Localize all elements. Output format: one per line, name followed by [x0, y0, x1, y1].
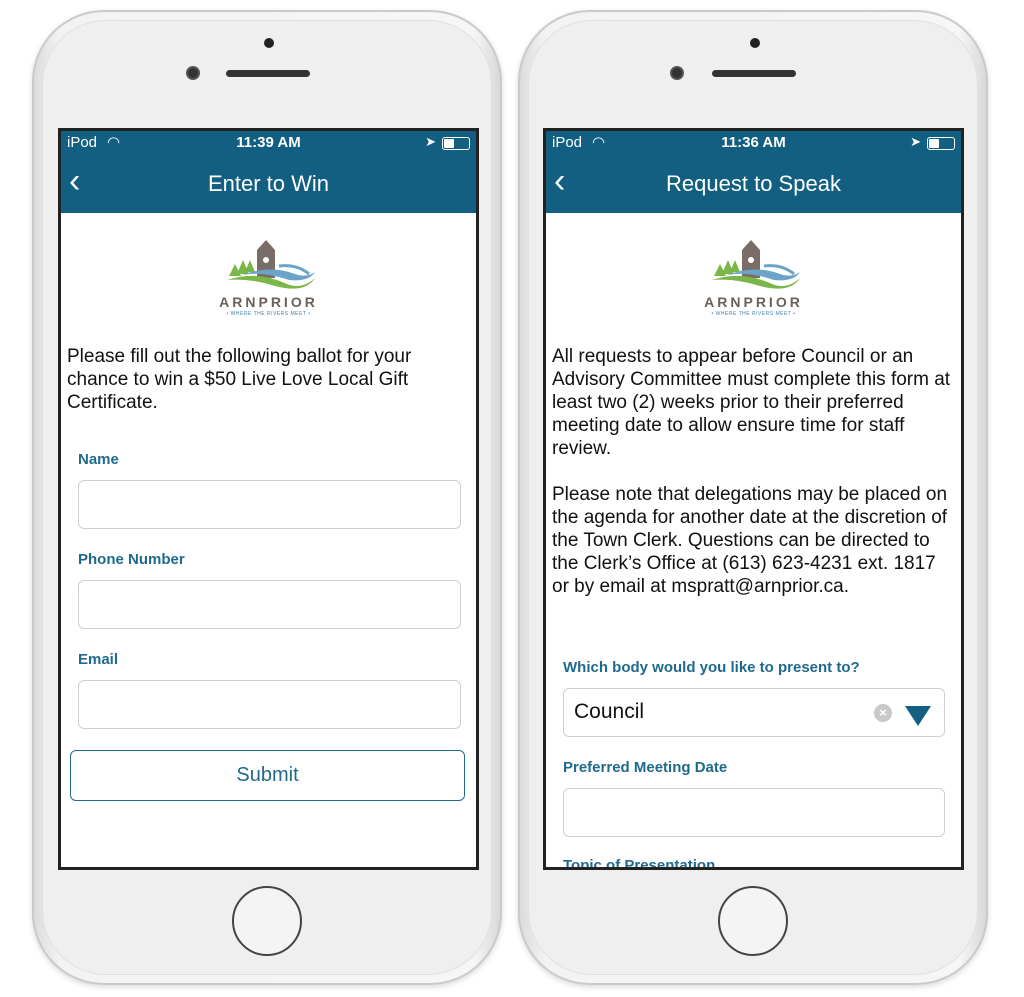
status-bar: iPod ◠ 11:39 AM ➤ [61, 131, 476, 156]
clear-icon[interactable]: × [874, 704, 892, 722]
phone-label: Phone Number [78, 551, 185, 568]
right-screen: iPod ◠ 11:36 AM ➤ ‹ Request to Speak ARN… [543, 128, 964, 870]
delegation-note: Please note that delegations may be plac… [552, 484, 948, 597]
earpiece-speaker [712, 70, 796, 77]
status-bar: iPod ◠ 11:36 AM ➤ [546, 131, 961, 156]
page-title: Enter to Win [207, 171, 330, 196]
nav-bar: ‹ Request to Speak [546, 156, 961, 213]
date-input[interactable] [563, 788, 945, 837]
front-sensor [264, 38, 274, 48]
nav-bar: ‹ Enter to Win [61, 156, 476, 213]
logo-graphic-icon [711, 240, 800, 289]
logo-wordmark: ARNPRIOR [219, 294, 318, 310]
logo-wordmark: ARNPRIOR [704, 294, 803, 310]
submit-button[interactable]: Submit [70, 750, 465, 801]
body-select-value: Council [574, 700, 645, 723]
front-camera [670, 66, 684, 80]
logo-tagline: • WHERE THE RIVERS MEET • [226, 311, 311, 317]
location-icon: ➤ [425, 134, 436, 149]
body-label: Which body would you like to present to? [563, 659, 860, 676]
date-label: Preferred Meeting Date [563, 759, 728, 776]
logo-graphic-icon [226, 240, 315, 289]
left-screen: iPod ◠ 11:39 AM ➤ ‹ Enter to Win ARNPRIO… [58, 128, 479, 870]
home-button[interactable] [718, 886, 788, 956]
front-sensor [750, 38, 760, 48]
arnprior-logo: ARNPRIOR • WHERE THE RIVERS MEET • [704, 236, 804, 321]
front-camera [186, 66, 200, 80]
battery-icon [442, 137, 470, 150]
dropdown-arrow-icon[interactable] [905, 706, 931, 726]
intro-paragraph: All requests to appear before Council or… [552, 346, 951, 459]
battery-icon [927, 137, 955, 150]
earpiece-speaker [226, 70, 310, 77]
home-button[interactable] [232, 886, 302, 956]
intro-text: Please fill out the following ballot for… [67, 346, 412, 413]
page-title: Request to Speak [666, 171, 841, 196]
location-icon: ➤ [910, 134, 921, 149]
name-input[interactable] [78, 480, 461, 529]
body-select[interactable]: Council × [563, 688, 945, 737]
arnprior-logo: ARNPRIOR • WHERE THE RIVERS MEET • [219, 236, 319, 321]
logo-tagline: • WHERE THE RIVERS MEET • [711, 311, 796, 317]
topic-label: Topic of Presentation [563, 857, 716, 870]
phone-input[interactable] [78, 580, 461, 629]
email-label: Email [78, 651, 119, 668]
status-time: 11:39 AM [236, 134, 301, 151]
status-time: 11:36 AM [721, 134, 786, 151]
name-label: Name [78, 451, 119, 468]
email-input[interactable] [78, 680, 461, 729]
